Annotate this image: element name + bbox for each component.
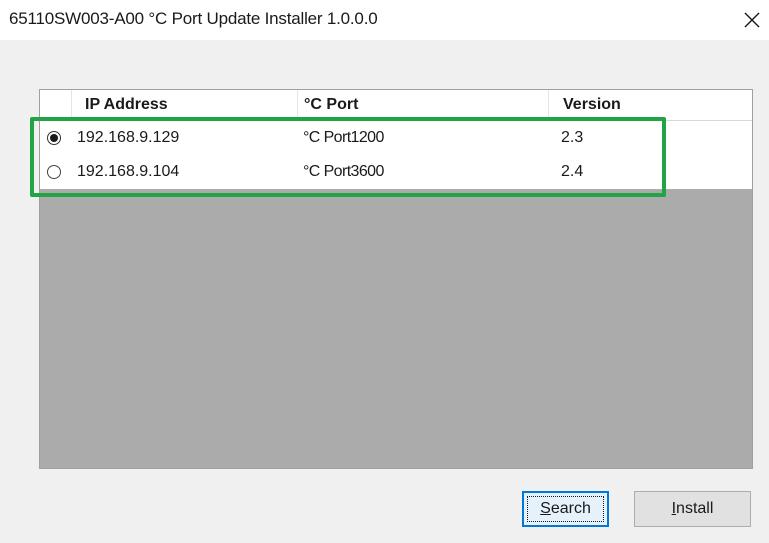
installer-window: 65110SW003-A00 °C Port Update Installer … xyxy=(0,0,769,543)
list-row[interactable]: 192.168.9.104 °C Port3600 2.4 xyxy=(40,155,752,189)
column-header-port[interactable]: °C Port xyxy=(298,90,549,120)
search-button[interactable]: Search xyxy=(522,491,609,527)
row-radio-selected[interactable] xyxy=(47,131,61,145)
column-header-ip-address[interactable]: IP Address xyxy=(72,90,298,120)
title-bar[interactable]: 65110SW003-A00 °C Port Update Installer … xyxy=(0,0,769,40)
version-cell: 2.3 xyxy=(561,129,584,146)
ip-address-cell: 192.168.9.104 xyxy=(77,163,180,180)
column-header-select[interactable] xyxy=(40,90,72,120)
ip-address-cell: 192.168.9.129 xyxy=(77,129,180,146)
close-icon xyxy=(744,12,760,28)
install-label-rest: nstall xyxy=(676,500,714,517)
install-button[interactable]: Install xyxy=(634,491,751,527)
window-title: 65110SW003-A00 °C Port Update Installer … xyxy=(9,9,378,28)
list-body: 192.168.9.129 °C Port1200 2.3 192.168.9.… xyxy=(40,121,752,189)
close-button[interactable] xyxy=(738,6,766,34)
column-header-version[interactable]: Version xyxy=(549,90,752,120)
focus-ring xyxy=(527,496,604,522)
device-list[interactable]: IP Address °C Port Version 192.168.9.129… xyxy=(39,89,753,469)
port-cell: °C Port3600 xyxy=(303,163,384,180)
list-row[interactable]: 192.168.9.129 °C Port1200 2.3 xyxy=(40,121,752,155)
list-header: IP Address °C Port Version xyxy=(40,90,752,121)
port-cell: °C Port1200 xyxy=(303,129,384,146)
row-radio-unselected[interactable] xyxy=(47,165,61,179)
version-cell: 2.4 xyxy=(561,163,584,180)
